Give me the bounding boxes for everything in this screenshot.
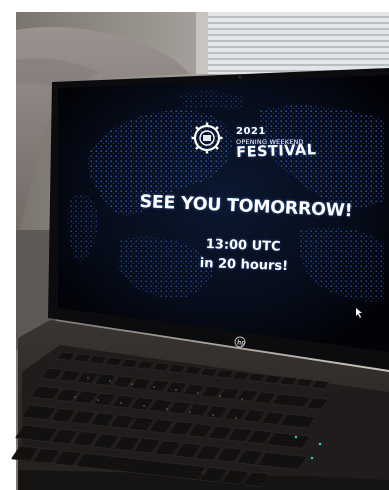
- indicator-light: [310, 456, 314, 460]
- window-frame: [196, 12, 208, 74]
- webcam: [238, 75, 242, 79]
- photo-illustration: hp: [11, 12, 389, 490]
- indicator-light: [294, 435, 298, 439]
- svg-text:hp: hp: [237, 340, 246, 347]
- window-blinds: [205, 12, 389, 74]
- indicator-light: [318, 442, 322, 446]
- photo-scene: hp 2021 OPENING WEEKEND FESTIVAL SEE YOU…: [0, 0, 389, 490]
